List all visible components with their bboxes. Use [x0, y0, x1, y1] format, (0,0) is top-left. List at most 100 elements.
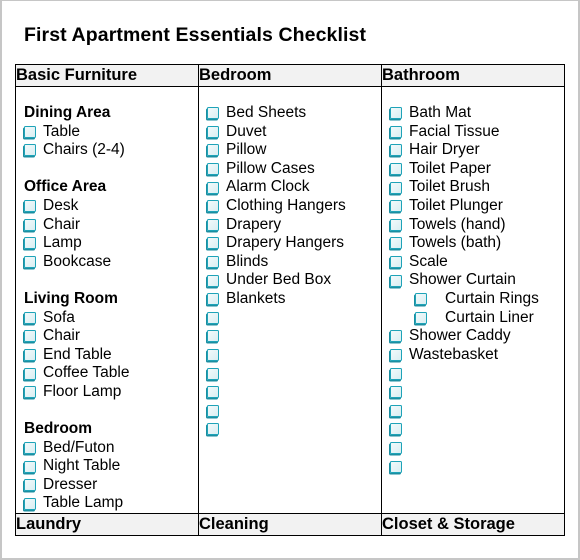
checklist-item[interactable]: Blinds [207, 253, 381, 272]
checklist-item[interactable]: Blankets [207, 290, 381, 309]
checkbox-icon[interactable] [24, 237, 36, 250]
checkbox-icon[interactable] [207, 218, 219, 231]
checklist-item[interactable]: Wastebasket [390, 346, 564, 365]
checklist-item[interactable]: Desk [24, 197, 198, 216]
checklist-item[interactable]: Duvet [207, 123, 381, 142]
checkbox-icon[interactable] [390, 404, 402, 417]
checkbox-icon[interactable] [207, 181, 219, 194]
checkbox-icon[interactable] [390, 460, 402, 473]
checkbox-icon[interactable] [24, 349, 36, 362]
checkbox-icon[interactable] [24, 330, 36, 343]
checkbox-icon[interactable] [24, 497, 36, 510]
checklist-item[interactable]: Lamp [24, 234, 198, 253]
blank-checklist-item[interactable] [207, 402, 381, 421]
blank-checklist-item[interactable] [390, 420, 564, 439]
checklist-item[interactable]: Pillow Cases [207, 160, 381, 179]
checkbox-icon[interactable] [24, 441, 36, 454]
checkbox-icon[interactable] [390, 181, 402, 194]
checklist-item[interactable]: Shower Caddy [390, 327, 564, 346]
checkbox-icon[interactable] [390, 237, 402, 250]
checklist-item[interactable]: Bookcase [24, 253, 198, 272]
checklist-item[interactable]: Facial Tissue [390, 123, 564, 142]
checklist-item[interactable]: Drapery [207, 216, 381, 235]
checklist-item[interactable]: End Table [24, 346, 198, 365]
checkbox-icon[interactable] [390, 163, 402, 176]
checklist-item[interactable]: Chair [24, 216, 198, 235]
checkbox-icon[interactable] [390, 125, 402, 138]
checkbox-icon[interactable] [207, 256, 219, 269]
checklist-item[interactable]: Bed Sheets [207, 104, 381, 123]
checklist-item[interactable]: Curtain Rings [390, 290, 564, 309]
checkbox-icon[interactable] [390, 256, 402, 269]
checklist-item[interactable]: Toilet Brush [390, 178, 564, 197]
checklist-item[interactable]: Towels (hand) [390, 216, 564, 235]
checkbox-icon[interactable] [207, 367, 219, 380]
checklist-item[interactable]: Scale [390, 253, 564, 272]
checkbox-icon[interactable] [415, 293, 427, 306]
checkbox-icon[interactable] [390, 441, 402, 454]
checkbox-icon[interactable] [207, 386, 219, 399]
checkbox-icon[interactable] [390, 200, 402, 213]
checklist-item[interactable]: Night Table [24, 457, 198, 476]
blank-checklist-item[interactable] [207, 309, 381, 328]
checkbox-icon[interactable] [207, 107, 219, 120]
checkbox-icon[interactable] [24, 125, 36, 138]
checkbox-icon[interactable] [207, 349, 219, 362]
checklist-item[interactable]: Table Lamp [24, 494, 198, 513]
checkbox-icon[interactable] [390, 144, 402, 157]
checklist-item[interactable]: Toilet Plunger [390, 197, 564, 216]
checkbox-icon[interactable] [207, 200, 219, 213]
checkbox-icon[interactable] [207, 163, 219, 176]
checkbox-icon[interactable] [415, 311, 427, 324]
checkbox-icon[interactable] [207, 237, 219, 250]
checklist-item[interactable]: Sofa [24, 309, 198, 328]
checkbox-icon[interactable] [207, 423, 219, 436]
checklist-item[interactable]: Under Bed Box [207, 271, 381, 290]
blank-checklist-item[interactable] [390, 439, 564, 458]
checkbox-icon[interactable] [207, 330, 219, 343]
checklist-item[interactable]: Curtain Liner [390, 309, 564, 328]
blank-checklist-item[interactable] [207, 383, 381, 402]
checkbox-icon[interactable] [390, 218, 402, 231]
blank-checklist-item[interactable] [390, 383, 564, 402]
checklist-item[interactable]: Chairs (2-4) [24, 141, 198, 160]
checklist-item[interactable]: Hair Dryer [390, 141, 564, 160]
blank-checklist-item[interactable] [390, 457, 564, 476]
checklist-item[interactable]: Drapery Hangers [207, 234, 381, 253]
checkbox-icon[interactable] [390, 274, 402, 287]
blank-checklist-item[interactable] [207, 346, 381, 365]
checklist-item[interactable]: Table [24, 123, 198, 142]
checkbox-icon[interactable] [24, 256, 36, 269]
checklist-item[interactable]: Towels (bath) [390, 234, 564, 253]
checkbox-icon[interactable] [24, 460, 36, 473]
checklist-item[interactable]: Bath Mat [390, 104, 564, 123]
checkbox-icon[interactable] [207, 274, 219, 287]
checkbox-icon[interactable] [390, 386, 402, 399]
checkbox-icon[interactable] [24, 311, 36, 324]
checkbox-icon[interactable] [207, 404, 219, 417]
checklist-item[interactable]: Alarm Clock [207, 178, 381, 197]
checkbox-icon[interactable] [390, 107, 402, 120]
checklist-item[interactable]: Clothing Hangers [207, 197, 381, 216]
checklist-item[interactable]: Chair [24, 327, 198, 346]
checkbox-icon[interactable] [390, 423, 402, 436]
blank-checklist-item[interactable] [207, 364, 381, 383]
checkbox-icon[interactable] [207, 293, 219, 306]
checkbox-icon[interactable] [24, 479, 36, 492]
checkbox-icon[interactable] [207, 144, 219, 157]
checkbox-icon[interactable] [390, 330, 402, 343]
checkbox-icon[interactable] [207, 125, 219, 138]
checklist-item[interactable]: Shower Curtain [390, 271, 564, 290]
checklist-item[interactable]: Bed/Futon [24, 439, 198, 458]
checkbox-icon[interactable] [390, 367, 402, 380]
checkbox-icon[interactable] [24, 367, 36, 380]
checklist-item[interactable]: Dresser [24, 476, 198, 495]
checkbox-icon[interactable] [24, 200, 36, 213]
checkbox-icon[interactable] [207, 311, 219, 324]
checkbox-icon[interactable] [390, 349, 402, 362]
checklist-item[interactable]: Pillow [207, 141, 381, 160]
checklist-item[interactable]: Toilet Paper [390, 160, 564, 179]
checkbox-icon[interactable] [24, 218, 36, 231]
checkbox-icon[interactable] [24, 386, 36, 399]
blank-checklist-item[interactable] [207, 420, 381, 439]
